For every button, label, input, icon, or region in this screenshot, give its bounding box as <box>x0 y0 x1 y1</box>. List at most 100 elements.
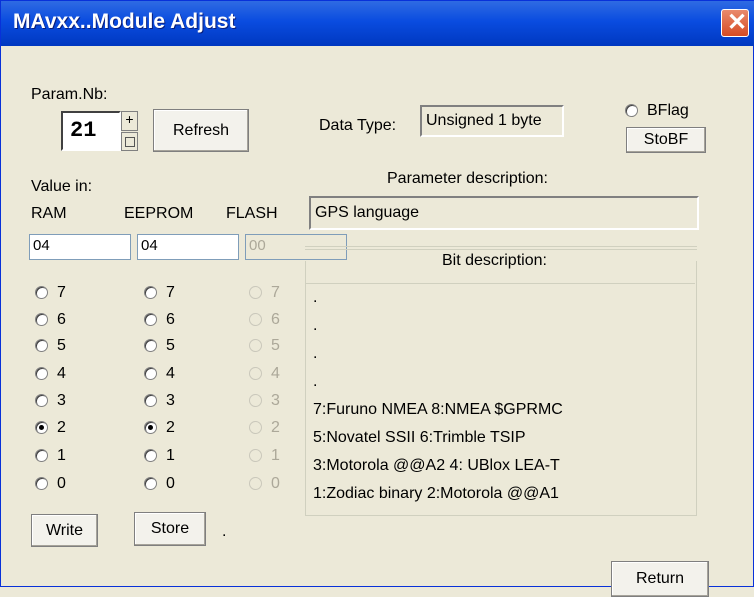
return-label: Return <box>635 570 685 587</box>
radio-dot <box>35 394 48 408</box>
data-type-value: Unsigned 1 byte <box>420 105 564 137</box>
bit-label: 7 <box>166 284 175 301</box>
bit-label: 3 <box>271 392 280 409</box>
bit-desc-line: 5:Novatel SSII 6:Trimble TSIP <box>313 429 526 446</box>
write-button[interactable]: Write <box>31 514 98 547</box>
radio-dot <box>249 313 262 327</box>
param-nb-label: Param.Nb: <box>31 86 108 103</box>
radio-dot <box>144 394 157 408</box>
flash-label: FLASH <box>226 205 278 222</box>
param-increment-button[interactable]: + <box>121 111 138 131</box>
eeprom-bit-2-radio[interactable]: 2 <box>144 419 175 437</box>
ram-value-input[interactable]: 04 <box>29 234 131 260</box>
eeprom-bit-3-radio[interactable]: 3 <box>144 392 175 410</box>
stobf-button[interactable]: StoBF <box>626 127 706 153</box>
bit-label: 5 <box>57 337 66 354</box>
radio-dot <box>35 286 48 300</box>
spin-down-icon <box>124 137 135 147</box>
bit-desc-line: 3:Motorola @@A2 4: UBlox LEA-T <box>313 457 560 474</box>
ram-bit-0-radio[interactable]: 0 <box>35 475 66 493</box>
bit-label: 6 <box>57 311 66 328</box>
refresh-button[interactable]: Refresh <box>153 109 249 152</box>
param-desc-value: GPS language <box>309 196 699 230</box>
eeprom-value-input[interactable]: 04 <box>137 234 239 260</box>
plus-icon: + <box>125 111 134 127</box>
radio-dot <box>144 339 157 353</box>
bit-label: 6 <box>271 311 280 328</box>
bit-label: 2 <box>271 419 280 436</box>
eeprom-bit-6-radio[interactable]: 6 <box>144 311 175 329</box>
flash-bit-2-radio: 2 <box>249 419 280 437</box>
radio-dot <box>249 286 262 300</box>
bit-desc-line: . <box>313 345 318 362</box>
ram-bit-2-radio[interactable]: 2 <box>35 419 66 437</box>
bit-label: 4 <box>166 365 175 382</box>
stobf-label: StoBF <box>643 131 689 148</box>
bit-label: 4 <box>57 365 66 382</box>
bit-desc-label: Bit description: <box>437 252 552 270</box>
return-button[interactable]: Return <box>611 561 709 597</box>
eeprom-bit-1-radio[interactable]: 1 <box>144 447 175 465</box>
module-adjust-window: MAvxx..Module Adjust ✕ Param.Nb: 21 + Re… <box>0 0 754 597</box>
radio-dot <box>144 367 157 381</box>
bit-desc-line: . <box>313 317 318 334</box>
eeprom-bit-4-radio[interactable]: 4 <box>144 365 175 383</box>
eeprom-bit-7-radio[interactable]: 7 <box>144 284 175 302</box>
window-title: MAvxx..Module Adjust <box>13 10 236 33</box>
bflag-radio[interactable]: BFlag <box>625 102 689 120</box>
bit-label: 2 <box>57 419 66 436</box>
close-icon: ✕ <box>727 9 748 36</box>
flash-bit-0-radio: 0 <box>249 475 280 493</box>
bit-desc-line: . <box>313 373 318 390</box>
eeprom-bit-5-radio[interactable]: 5 <box>144 337 175 355</box>
param-nb-input[interactable]: 21 <box>61 111 121 151</box>
flash-bit-5-radio: 5 <box>249 337 280 355</box>
radio-dot <box>35 313 48 327</box>
radio-dot <box>35 421 48 435</box>
bit-label: 0 <box>57 475 66 492</box>
eeprom-bit-0-radio[interactable]: 0 <box>144 475 175 493</box>
radio-dot <box>35 449 48 463</box>
flash-bit-3-radio: 3 <box>249 392 280 410</box>
ram-bit-7-radio[interactable]: 7 <box>35 284 66 302</box>
bit-label: 5 <box>271 337 280 354</box>
radio-dot <box>35 477 48 491</box>
bit-label: 3 <box>57 392 66 409</box>
store-label: Store <box>150 520 190 537</box>
close-button[interactable]: ✕ <box>721 9 749 37</box>
param-decrement-button[interactable] <box>121 132 138 151</box>
store-button[interactable]: Store <box>134 512 206 546</box>
write-label: Write <box>45 522 84 539</box>
bit-desc-line: 7:Furuno NMEA 8:NMEA $GPRMC <box>313 401 563 418</box>
radio-dot <box>249 449 262 463</box>
ram-bit-5-radio[interactable]: 5 <box>35 337 66 355</box>
radio-dot <box>249 339 262 353</box>
bit-label: 1 <box>166 447 175 464</box>
bit-desc-divider <box>305 283 695 284</box>
bit-label: 0 <box>271 475 280 492</box>
bit-label: 4 <box>271 365 280 382</box>
bflag-radio-dot <box>625 104 638 118</box>
bit-label: 1 <box>57 447 66 464</box>
flash-bit-7-radio: 7 <box>249 284 280 302</box>
bit-label: 5 <box>166 337 175 354</box>
param-desc-label: Parameter description: <box>387 170 548 187</box>
eeprom-label: EEPROM <box>124 205 194 222</box>
status-dot: . <box>222 523 227 540</box>
ram-bit-3-radio[interactable]: 3 <box>35 392 66 410</box>
radio-dot <box>144 313 157 327</box>
bit-label: 0 <box>166 475 175 492</box>
radio-dot <box>35 339 48 353</box>
radio-dot <box>249 394 262 408</box>
radio-dot <box>35 367 48 381</box>
radio-dot <box>144 477 157 491</box>
ram-bit-1-radio[interactable]: 1 <box>35 447 66 465</box>
flash-bit-4-radio: 4 <box>249 365 280 383</box>
ram-bit-6-radio[interactable]: 6 <box>35 311 66 329</box>
radio-dot <box>144 286 157 300</box>
bit-desc-group <box>305 261 697 516</box>
ram-bit-4-radio[interactable]: 4 <box>35 365 66 383</box>
bit-desc-topline <box>305 246 697 250</box>
bit-label: 7 <box>271 284 280 301</box>
bit-desc-line: 1:Zodiac binary 2:Motorola @@A1 <box>313 485 559 502</box>
